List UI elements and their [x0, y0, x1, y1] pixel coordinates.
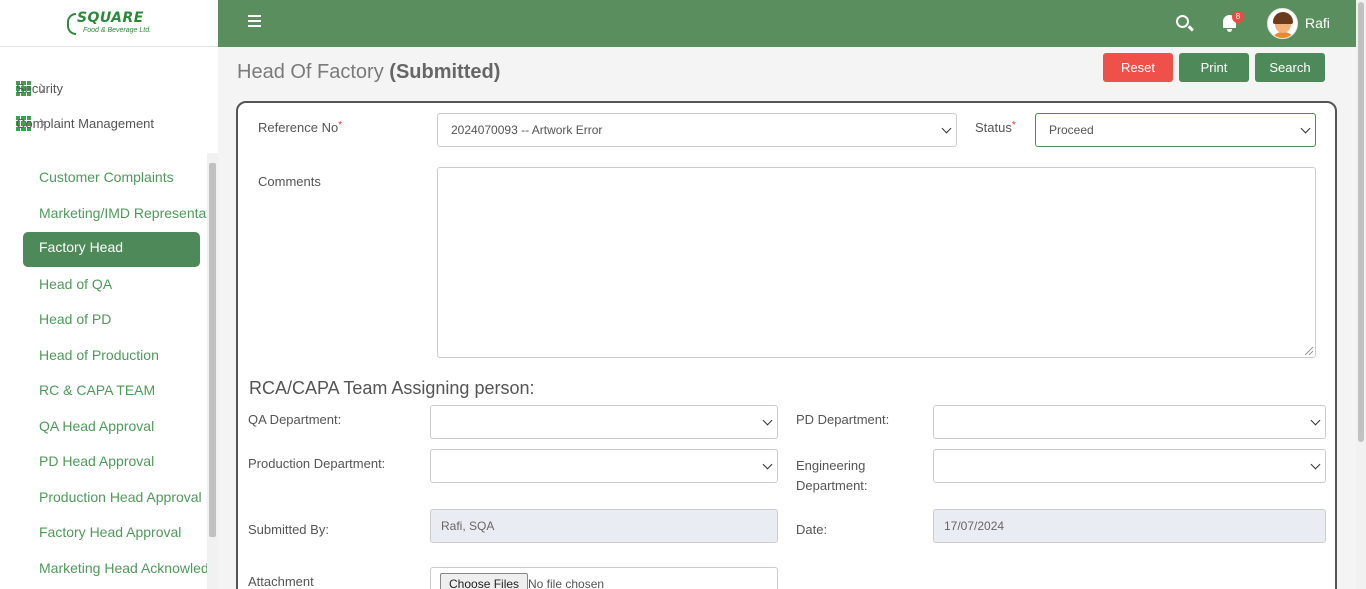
- search-button[interactable]: Search: [1255, 53, 1325, 82]
- username[interactable]: Rafi: [1305, 15, 1330, 31]
- reference-no-label: Reference No*: [258, 120, 343, 135]
- date-field: 17/07/2024: [933, 509, 1326, 543]
- qa-department-label: QA Department:: [248, 412, 342, 427]
- reference-no-select[interactable]: 2024070093 -- Artwork Error: [437, 113, 957, 147]
- brand-logo[interactable]: SQUARE Food & Beverage Ltd.: [66, 10, 152, 35]
- menu-complaint-management[interactable]: Complaint Management: [16, 116, 202, 131]
- print-button[interactable]: Print: [1179, 53, 1249, 82]
- notification-badge: 8: [1232, 11, 1244, 23]
- attachment-label: Attachment: [248, 574, 314, 589]
- reset-button[interactable]: Reset: [1103, 53, 1173, 82]
- logo-mark-icon: [66, 13, 76, 35]
- date-label: Date:: [796, 522, 828, 537]
- submitted-by-field: Rafi, SQA: [430, 509, 778, 543]
- choose-files-button[interactable]: Choose Files: [440, 573, 529, 589]
- pd-department-label: PD Department:: [796, 412, 890, 427]
- page-scrollbar-thumb[interactable]: [1358, 2, 1364, 442]
- engineering-department-select[interactable]: [933, 449, 1326, 483]
- engineering-department-label: Engineering Department:: [796, 458, 868, 493]
- production-department-select[interactable]: [430, 449, 778, 483]
- topbar: 8 Rafi: [218, 0, 1356, 47]
- chevron-down-icon: [1310, 415, 1321, 426]
- pd-department-select[interactable]: [933, 405, 1326, 439]
- page-title: Head Of Factory (Submitted): [237, 61, 500, 84]
- sidebar-item-qa-head-approval[interactable]: QA Head Approval: [39, 418, 207, 434]
- chevron-down-icon: [941, 123, 952, 134]
- sidebar-item-customer-complaints[interactable]: Customer Complaints: [39, 169, 207, 185]
- status-select[interactable]: Proceed: [1035, 113, 1316, 147]
- menu-security[interactable]: Security: [16, 81, 202, 96]
- sidebar: SQUARE Food & Beverage Ltd. Security Com…: [0, 0, 218, 589]
- sidebar-item-marketing-imd[interactable]: Marketing/IMD Representative: [39, 205, 207, 221]
- sidebar-item-head-of-pd[interactable]: Head of PD: [39, 311, 207, 327]
- chevron-down-icon: [762, 415, 773, 426]
- section-title: RCA/CAPA Team Assigning person:: [249, 378, 535, 398]
- attachment-file-input[interactable]: Choose Files No file chosen: [430, 567, 778, 589]
- hamburger-menu-icon[interactable]: [248, 15, 261, 27]
- comments-textarea[interactable]: [437, 167, 1316, 358]
- sidebar-item-factory-head[interactable]: Factory Head: [23, 232, 200, 267]
- submitted-by-label: Submitted By:: [248, 522, 329, 537]
- resize-grip-icon[interactable]: [1305, 347, 1313, 355]
- brand-tagline: Food & Beverage Ltd.: [82, 27, 152, 34]
- page-title-text: Head Of Factory: [237, 61, 384, 83]
- sidebar-scrollbar-thumb[interactable]: [209, 163, 216, 537]
- sidebar-item-head-of-production[interactable]: Head of Production: [39, 347, 207, 363]
- complaint-submenu: Customer Complaints Marketing/IMD Repres…: [0, 153, 218, 589]
- sidebar-item-rc-capa-team[interactable]: RC & CAPA TEAM: [39, 382, 207, 398]
- page-status: (Submitted): [389, 61, 501, 83]
- brand-name: SQUARE: [76, 10, 144, 26]
- sidebar-item-production-head-approval[interactable]: Production Head Approval: [39, 489, 207, 505]
- avatar[interactable]: [1267, 8, 1298, 39]
- chevron-down-icon: [1310, 459, 1321, 470]
- sidebar-item-head-of-qa[interactable]: Head of QA: [39, 276, 207, 292]
- sidebar-item-pd-head-approval[interactable]: PD Head Approval: [39, 453, 207, 469]
- search-icon[interactable]: [1176, 15, 1189, 28]
- required-marker: *: [338, 120, 343, 131]
- sidebar-item-marketing-head-ack[interactable]: Marketing Head Acknowledgement: [39, 560, 207, 576]
- comments-label: Comments: [258, 174, 321, 189]
- status-label: Status*: [975, 120, 1016, 135]
- sidebar-item-factory-head-approval[interactable]: Factory Head Approval: [39, 524, 207, 540]
- chevron-down-icon: [1300, 123, 1311, 134]
- file-status-text: No file chosen: [528, 577, 605, 589]
- production-department-label: Production Department:: [248, 456, 386, 471]
- qa-department-select[interactable]: [430, 405, 778, 439]
- logo-area: SQUARE Food & Beverage Ltd.: [0, 0, 218, 47]
- chevron-down-icon: [762, 459, 773, 470]
- required-marker: *: [1011, 120, 1016, 131]
